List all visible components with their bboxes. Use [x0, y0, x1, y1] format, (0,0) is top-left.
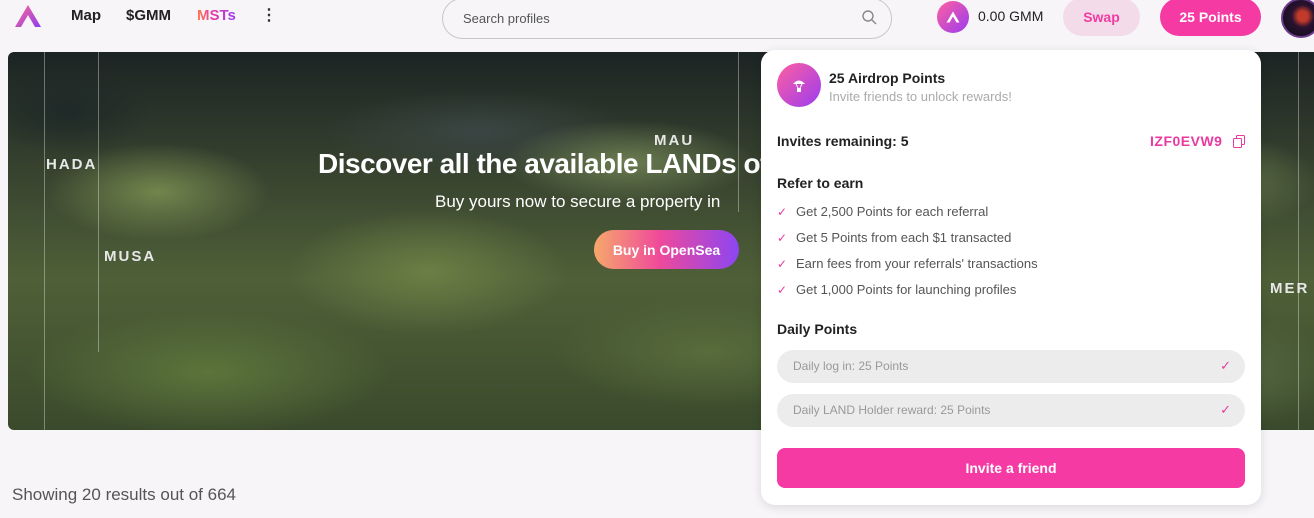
hero-line — [98, 52, 99, 352]
invite-code[interactable]: IZF0EVW9 — [1150, 133, 1222, 149]
logo-icon[interactable] — [14, 4, 42, 28]
points-button[interactable]: 25 Points — [1160, 0, 1261, 36]
nav-map-link[interactable]: Map — [71, 7, 101, 24]
map-label-musa: MUSA — [104, 248, 157, 265]
hero-title: Discover all the available LANDs of — [318, 148, 769, 179]
map-label-mau: MAU — [654, 132, 695, 149]
gmm-balance: 0.00 GMM — [978, 8, 1044, 24]
list-item: ✓ Get 5 Points from each $1 transacted — [777, 230, 1011, 245]
nav-gmm-link[interactable]: $GMM — [126, 7, 171, 24]
buy-opensea-button[interactable]: Buy in OpenSea — [594, 230, 739, 269]
nav-msts-link[interactable]: MSTs — [197, 7, 236, 24]
check-icon: ✓ — [777, 204, 788, 219]
airdrop-points-popup: 25 Airdrop Points Invite friends to unlo… — [761, 50, 1261, 505]
check-icon: ✓ — [777, 230, 788, 245]
check-icon: ✓ — [1220, 402, 1231, 417]
more-menu-icon[interactable]: ⋮ — [261, 5, 277, 25]
perk-label: Get 2,500 Points for each referral — [796, 204, 989, 219]
refer-heading: Refer to earn — [777, 175, 864, 191]
map-label-hada: HADA — [46, 156, 98, 173]
swap-button[interactable]: Swap — [1063, 0, 1140, 36]
popup-title: 25 Airdrop Points — [829, 70, 946, 86]
popup-subtitle: Invite friends to unlock rewards! — [829, 89, 1012, 104]
daily-heading: Daily Points — [777, 321, 858, 337]
map-label-mer: MER — [1270, 280, 1310, 297]
search-bar — [442, 0, 892, 39]
perk-label: Get 5 Points from each $1 transacted — [796, 230, 1012, 245]
check-icon: ✓ — [1220, 358, 1231, 373]
daily-label: Daily LAND Holder reward: 25 Points — [793, 403, 991, 417]
list-item: ✓ Get 1,000 Points for launching profiles — [777, 282, 1016, 297]
list-item: ✓ Earn fees from your referrals' transact… — [777, 256, 1038, 271]
search-icon[interactable] — [861, 9, 877, 25]
copy-icon[interactable] — [1233, 135, 1245, 148]
airdrop-icon — [777, 63, 821, 107]
results-count: Showing 20 results out of 664 — [12, 485, 236, 504]
check-icon: ✓ — [777, 256, 788, 271]
hero-line — [44, 52, 45, 430]
perk-label: Get 1,000 Points for launching profiles — [796, 282, 1017, 297]
top-navigation-bar: Map $GMM MSTs ⋮ 0.00 GMM Swap 25 Points — [0, 0, 1314, 48]
invite-friend-button[interactable]: Invite a friend — [777, 448, 1245, 488]
invites-remaining: Invites remaining: 5 — [777, 133, 909, 149]
hero-subtitle: Buy yours now to secure a property in — [435, 192, 721, 211]
avatar[interactable] — [1281, 0, 1314, 38]
list-item: ✓ Get 2,500 Points for each referral — [777, 204, 988, 219]
daily-holder-row: Daily LAND Holder reward: 25 Points ✓ — [777, 394, 1245, 427]
perk-label: Earn fees from your referrals' transacti… — [796, 256, 1038, 271]
hero-line — [1298, 52, 1299, 430]
check-icon: ✓ — [777, 282, 788, 297]
daily-label: Daily log in: 25 Points — [793, 359, 909, 373]
hero-line — [738, 52, 739, 212]
search-input[interactable] — [463, 9, 843, 27]
gmm-token-icon — [937, 1, 969, 33]
daily-login-row: Daily log in: 25 Points ✓ — [777, 350, 1245, 383]
